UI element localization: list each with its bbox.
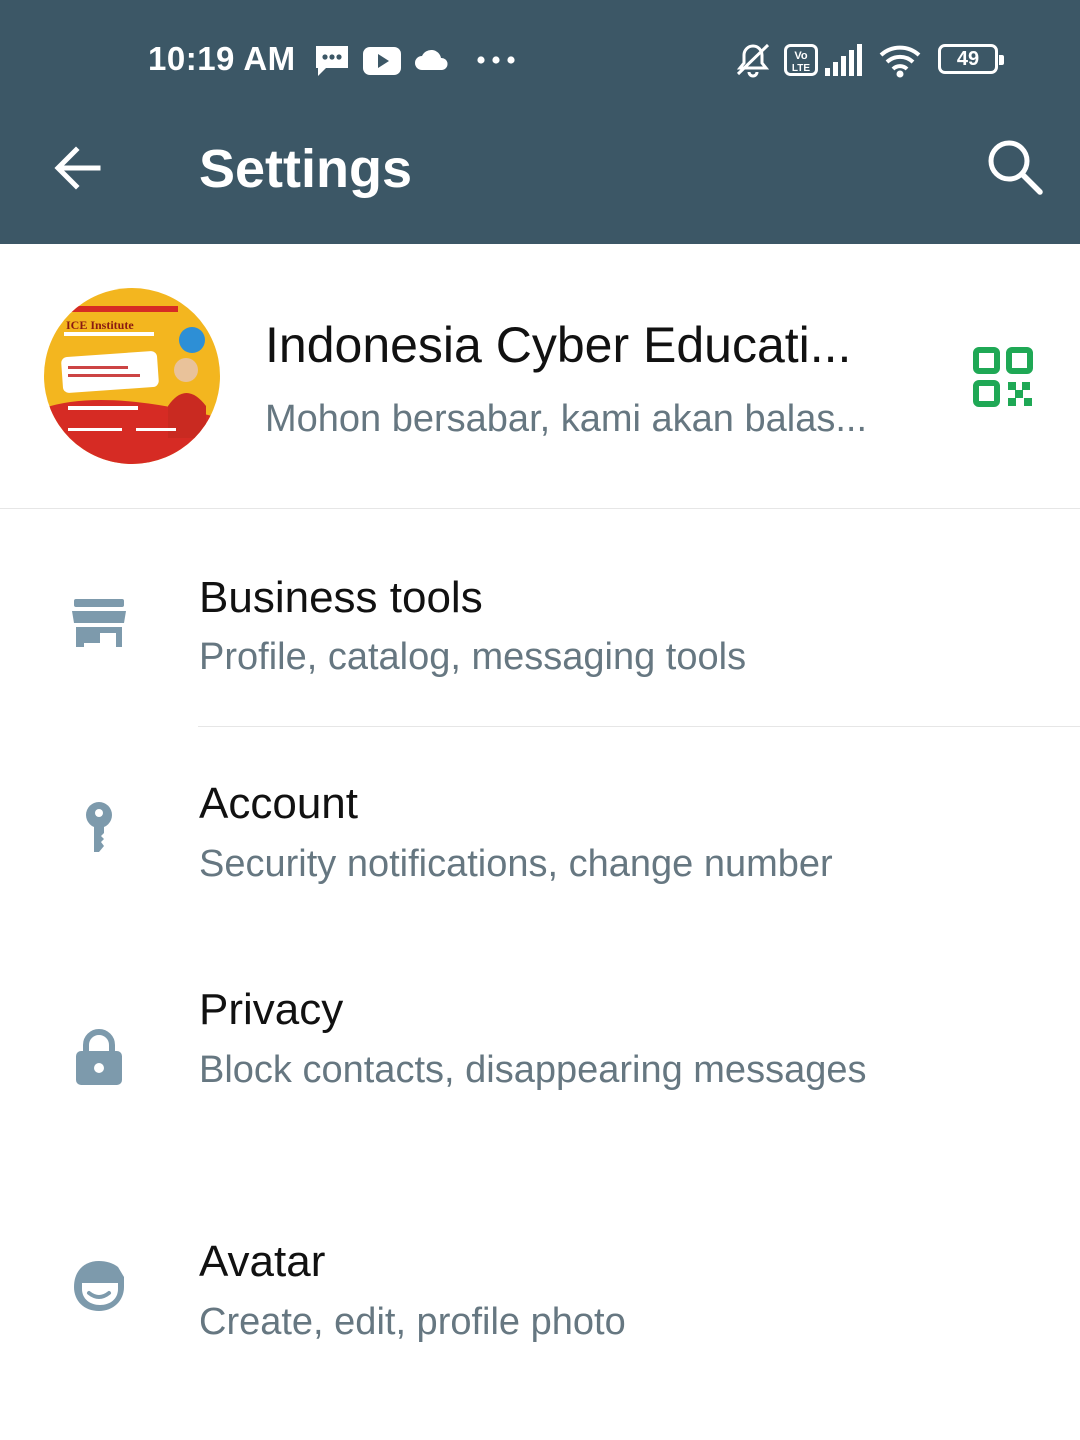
privacy-subtitle: Block contacts, disappearing messages [199, 1049, 867, 1091]
business-tools-title: Business tools [199, 573, 483, 622]
youtube-icon [363, 47, 401, 75]
message-icon [316, 46, 348, 76]
svg-text:Vo: Vo [794, 50, 808, 62]
business-tools-subtitle: Profile, catalog, messaging tools [199, 636, 747, 678]
volte-icon: Vo LTE [784, 44, 818, 76]
settings-item-privacy[interactable]: Privacy Block contacts, disappearing mes… [0, 933, 1080, 1183]
wifi-icon [879, 45, 921, 78]
avatar-subtitle: Create, edit, profile photo [199, 1301, 626, 1343]
battery-icon: 49 [938, 44, 1004, 74]
avatar-title: Avatar [199, 1237, 326, 1286]
avatar[interactable]: ICE Institute [44, 288, 220, 464]
page-title: Settings [199, 139, 413, 199]
lock-icon [76, 1029, 122, 1085]
status-bar: 10:19 AM Vo LTE 49 [0, 0, 1080, 120]
qr-code-icon[interactable] [972, 346, 1034, 408]
profile-photo [44, 288, 220, 464]
account-title: Account [199, 779, 358, 828]
search-icon[interactable] [984, 136, 1046, 198]
cloud-icon [415, 49, 448, 70]
privacy-title: Privacy [199, 985, 344, 1034]
photo-caption: ICE Institute [66, 318, 134, 332]
settings-item-business-tools[interactable]: Business tools Profile, catalog, messagi… [0, 509, 1080, 726]
silent-bell-icon [736, 43, 770, 78]
arrow-back-icon[interactable] [48, 138, 108, 198]
signal-icon [825, 44, 862, 76]
key-icon [86, 802, 112, 852]
svg-text:LTE: LTE [792, 63, 810, 74]
settings-item-account[interactable]: Account Security notifications, change n… [0, 727, 1080, 933]
profile-about: Mohon bersabar, kami akan balas... [265, 398, 868, 440]
profile-row[interactable]: ICE Institute Indonesia Cyber Educati...… [0, 244, 1080, 509]
store-icon [72, 599, 126, 647]
settings-item-avatar[interactable]: Avatar Create, edit, profile photo [0, 1183, 1080, 1383]
status-time: 10:19 AM [148, 40, 296, 77]
profile-name: Indonesia Cyber Educati... [265, 317, 852, 373]
battery-level: 49 [956, 48, 980, 70]
app-bar: 10:19 AM Vo LTE 49 Settings [0, 0, 1080, 244]
avatar-face-icon [74, 1261, 124, 1311]
more-dots-icon [477, 56, 515, 64]
account-subtitle: Security notifications, change number [199, 843, 833, 885]
